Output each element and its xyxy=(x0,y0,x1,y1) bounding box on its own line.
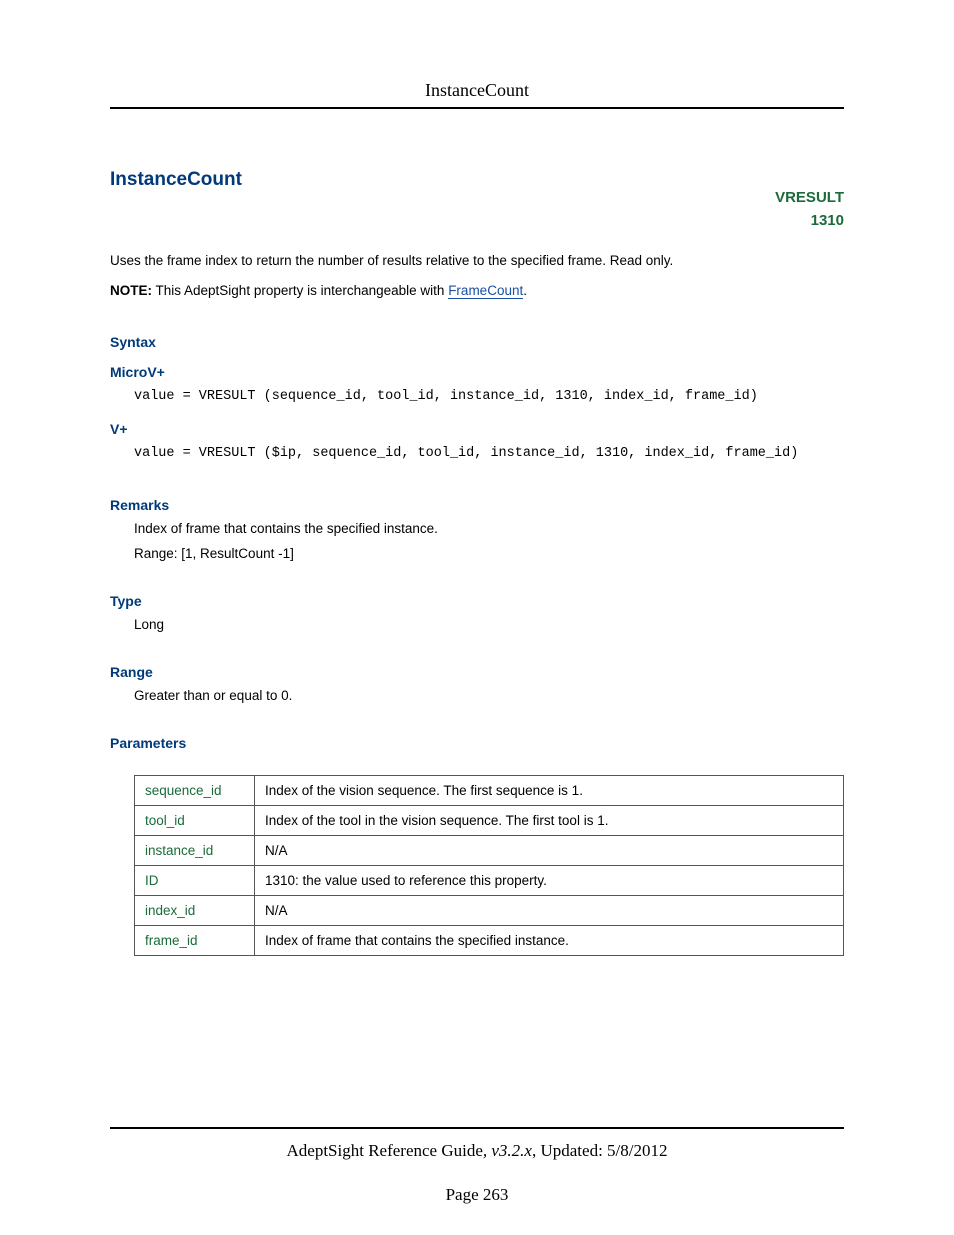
table-row: ID 1310: the value used to reference thi… xyxy=(135,865,844,895)
parameters-table: sequence_id Index of the vision sequence… xyxy=(134,775,844,956)
param-name: tool_id xyxy=(135,805,255,835)
type-heading: Type xyxy=(110,593,844,609)
footer-version: , v3.2.x xyxy=(483,1141,532,1160)
page-number: Page 263 xyxy=(110,1185,844,1205)
note-label: NOTE: xyxy=(110,283,152,298)
range-heading: Range xyxy=(110,664,844,680)
footer-updated: , Updated: 5/8/2012 xyxy=(532,1141,668,1160)
param-name: sequence_id xyxy=(135,775,255,805)
description-text: Uses the frame index to return the numbe… xyxy=(110,251,844,271)
footer-guide: AdeptSight Reference Guide xyxy=(287,1141,483,1160)
note-text-before: This AdeptSight property is interchangea… xyxy=(152,283,448,298)
param-name: index_id xyxy=(135,895,255,925)
param-desc: N/A xyxy=(255,835,844,865)
param-name: instance_id xyxy=(135,835,255,865)
param-name: frame_id xyxy=(135,925,255,955)
param-desc: Index of frame that contains the specifi… xyxy=(255,925,844,955)
framecount-link[interactable]: FrameCount xyxy=(448,283,523,299)
table-row: instance_id N/A xyxy=(135,835,844,865)
table-row: tool_id Index of the tool in the vision … xyxy=(135,805,844,835)
param-desc: Index of the vision sequence. The first … xyxy=(255,775,844,805)
param-desc: Index of the tool in the vision sequence… xyxy=(255,805,844,835)
param-name: ID xyxy=(135,865,255,895)
syntax-heading: Syntax xyxy=(110,334,844,350)
vplus-label: V+ xyxy=(110,421,844,437)
note-paragraph: NOTE: This AdeptSight property is interc… xyxy=(110,281,844,301)
table-row: sequence_id Index of the vision sequence… xyxy=(135,775,844,805)
type-value: Long xyxy=(134,617,844,632)
param-desc: 1310: the value used to reference this p… xyxy=(255,865,844,895)
note-text-after: . xyxy=(523,283,527,298)
table-row: frame_id Index of frame that contains th… xyxy=(135,925,844,955)
remarks-line1: Index of frame that contains the specifi… xyxy=(134,521,844,536)
table-row: index_id N/A xyxy=(135,895,844,925)
header-rule xyxy=(110,107,844,109)
vresult-code: 1310 xyxy=(775,210,844,233)
vplus-code: value = VRESULT ($ip, sequence_id, tool_… xyxy=(134,443,844,465)
running-header: InstanceCount xyxy=(110,80,844,101)
footer-rule xyxy=(110,1127,844,1129)
microv-code: value = VRESULT (sequence_id, tool_id, i… xyxy=(134,386,844,408)
parameters-heading: Parameters xyxy=(110,735,844,751)
vresult-block: VRESULT 1310 xyxy=(775,187,844,232)
range-value: Greater than or equal to 0. xyxy=(134,688,844,703)
param-desc: N/A xyxy=(255,895,844,925)
microv-label: MicroV+ xyxy=(110,364,844,380)
remarks-heading: Remarks xyxy=(110,497,844,513)
page-title: InstanceCount xyxy=(110,169,844,191)
vresult-label: VRESULT xyxy=(775,187,844,210)
footer-text: AdeptSight Reference Guide, v3.2.x, Upda… xyxy=(110,1141,844,1161)
remarks-line2: Range: [1, ResultCount -1] xyxy=(134,546,844,561)
